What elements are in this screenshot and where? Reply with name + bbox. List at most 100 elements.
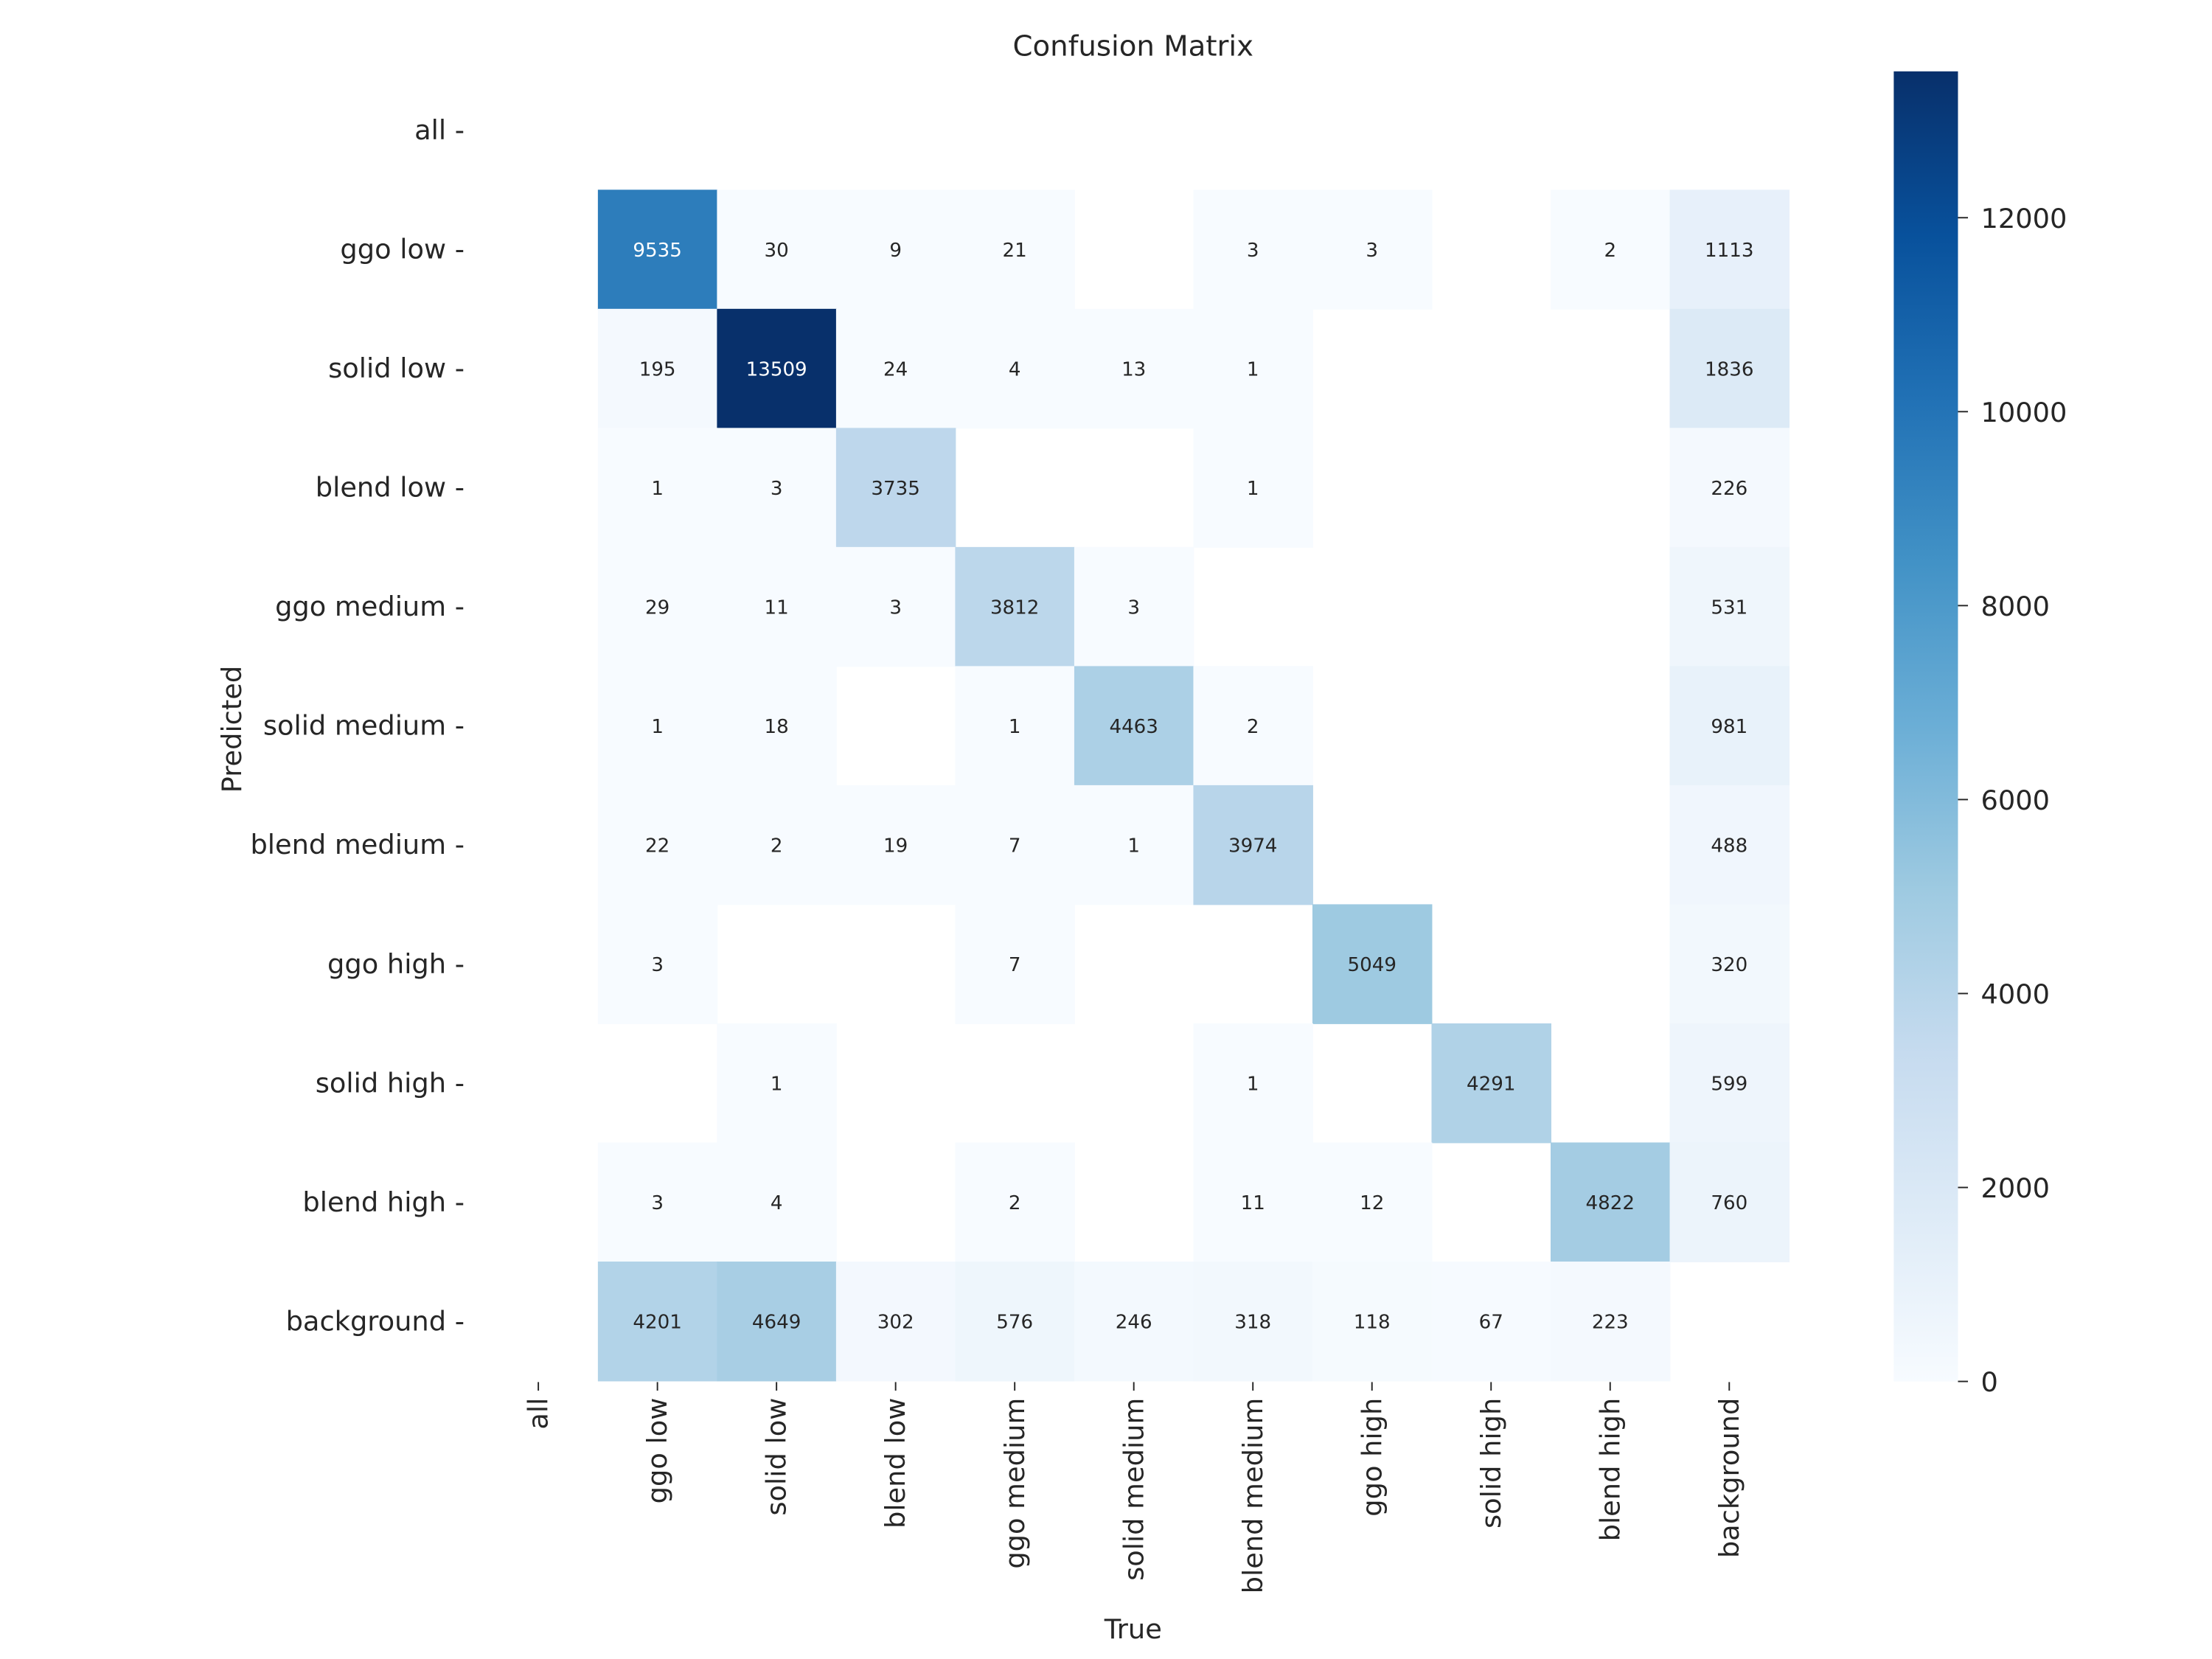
colorbar-tick-label: 12000 (1980, 203, 2067, 234)
cell-value-label: 18 (765, 716, 789, 738)
cell-value-label: 302 (877, 1311, 914, 1333)
x-axis-ticks: all ggo low solid low blend low ggo medium so… (523, 1382, 1745, 1593)
y-tick-label: solid medium - (263, 710, 465, 742)
cell-value-label: 1 (771, 1073, 783, 1095)
x-tick-label: ggo high (1356, 1398, 1388, 1517)
cell-value-label: 4463 (1109, 716, 1158, 738)
y-tick-label: ggo high - (327, 948, 465, 980)
cell-value-label: 7 (1009, 835, 1021, 857)
cell-value-label: 29 (645, 597, 669, 619)
x-tick-label: solid high (1475, 1398, 1507, 1528)
cell-value-label: 4822 (1586, 1192, 1635, 1214)
cell-value-label: 4 (1009, 358, 1021, 380)
cell-value-label: 223 (1592, 1311, 1629, 1333)
x-tick-label: blend high (1594, 1398, 1626, 1542)
y-tick-label: solid low - (328, 352, 465, 384)
colorbar-tick-label: 6000 (1980, 785, 2050, 816)
cell-value-label: 4649 (752, 1311, 801, 1333)
cell-value-label: 9 (889, 240, 902, 262)
cell-value-label: 488 (1711, 835, 1747, 857)
cell-value-label: 1 (1247, 1073, 1259, 1095)
cell-value-label: 3 (651, 954, 664, 976)
colorbar-tick-label: 8000 (1980, 591, 2050, 622)
cell-value-label: 3974 (1228, 835, 1277, 857)
cell-value-label: 19 (883, 835, 908, 857)
y-tick-label: solid high - (316, 1067, 465, 1099)
colorbar-tick-label: 0 (1980, 1366, 1997, 1398)
cell-value-label: 24 (883, 358, 908, 380)
y-tick-label: blend low - (316, 472, 465, 504)
cell-value-label: 2 (1604, 240, 1616, 262)
cell-value-label: 21 (1003, 240, 1027, 262)
cell-value-label: 1 (651, 716, 664, 738)
y-tick-label: ggo medium - (275, 591, 465, 622)
cell-value-label: 599 (1711, 1073, 1747, 1095)
cell-value-label: 3735 (871, 478, 919, 500)
confusion-matrix-chart: Confusion Matrix 9535 30 9 21 3 3 2 1113195 1350… (216, 29, 2067, 1645)
y-tick-label: background - (286, 1305, 465, 1337)
cell-value-label: 5049 (1347, 954, 1396, 976)
cell-value-label: 3 (1127, 597, 1140, 619)
y-tick-label: all - (414, 114, 465, 146)
x-tick-label: solid medium (1118, 1398, 1150, 1581)
cell-value-label: 1 (651, 478, 664, 500)
colorbar-tick-label: 4000 (1980, 978, 2050, 1010)
x-tick-label: ggo medium (999, 1398, 1031, 1569)
cell-value-label: 3 (889, 597, 902, 619)
cell-value-label: 1836 (1705, 358, 1753, 380)
y-axis-label: Predicted (216, 666, 248, 793)
cell-value-label: 3 (651, 1192, 664, 1214)
cell-value-label: 3 (771, 478, 783, 500)
y-tick-label: blend medium - (250, 829, 465, 860)
cell-value-label: 30 (765, 240, 789, 262)
cell-value-label: 3 (1366, 240, 1378, 262)
cell-value-label: 981 (1711, 716, 1747, 738)
cell-value-label: 13 (1121, 358, 1146, 380)
cell-value-label: 7 (1009, 954, 1021, 976)
x-axis-label: True (1104, 1613, 1162, 1645)
y-tick-label: blend high - (302, 1186, 465, 1218)
cell-value-label: 11 (1241, 1192, 1265, 1214)
cell-value-label: 1 (1247, 358, 1259, 380)
x-tick-label: blend low (880, 1398, 911, 1528)
x-tick-label: all (523, 1398, 554, 1430)
colorbar-gradient (1893, 71, 1958, 1382)
cell-value-label: 12 (1360, 1192, 1384, 1214)
cell-value-label: 4291 (1467, 1073, 1515, 1095)
cell-value-label: 3812 (990, 597, 1039, 619)
cell-value-label: 320 (1711, 954, 1747, 976)
cell-value-label: 2 (1009, 1192, 1021, 1214)
colorbar-ticks: 0 2000 4000 6000 8000 10000 12000 (1958, 203, 2067, 1398)
cell-value-label: 3 (1247, 240, 1259, 262)
cell-value-label: 318 (1234, 1311, 1271, 1333)
cell-value-label: 1 (1009, 716, 1021, 738)
cell-value-label: 4201 (633, 1311, 681, 1333)
cell-value-label: 576 (996, 1311, 1033, 1333)
cell-value-label: 760 (1711, 1192, 1747, 1214)
cell-value-label: 1113 (1705, 240, 1753, 262)
cell-value-label: 1 (1247, 478, 1259, 500)
x-tick-label: ggo low (641, 1398, 673, 1504)
cell-value-label: 13509 (746, 358, 807, 380)
cell-value-label: 9535 (633, 240, 681, 262)
cell-value-label: 67 (1479, 1311, 1503, 1333)
colorbar: 0 2000 4000 6000 8000 10000 12000 (1893, 71, 2067, 1398)
cell-value-label: 22 (645, 835, 669, 857)
x-tick-label: blend medium (1237, 1398, 1269, 1594)
cell-value-label: 11 (765, 597, 789, 619)
chart-title: Confusion Matrix (1013, 29, 1254, 63)
x-tick-label: solid low (761, 1398, 793, 1516)
cell-value-label: 195 (639, 358, 676, 380)
colorbar-tick-label: 2000 (1980, 1172, 2050, 1204)
x-tick-label: background (1714, 1398, 1745, 1558)
y-tick-label: ggo low - (340, 234, 465, 265)
cell-value-label: 226 (1711, 478, 1747, 500)
cell-value-label: 246 (1116, 1311, 1152, 1333)
cell-value-label: 4 (771, 1192, 783, 1214)
cell-value-label: 118 (1354, 1311, 1391, 1333)
cell-value-label: 1 (1127, 835, 1140, 857)
colorbar-tick-label: 10000 (1980, 397, 2067, 428)
cell-value-label: 2 (771, 835, 783, 857)
y-axis-ticks: all - ggo low - solid low - blend low - ggo … (250, 114, 465, 1337)
cell-value-label: 2 (1247, 716, 1259, 738)
